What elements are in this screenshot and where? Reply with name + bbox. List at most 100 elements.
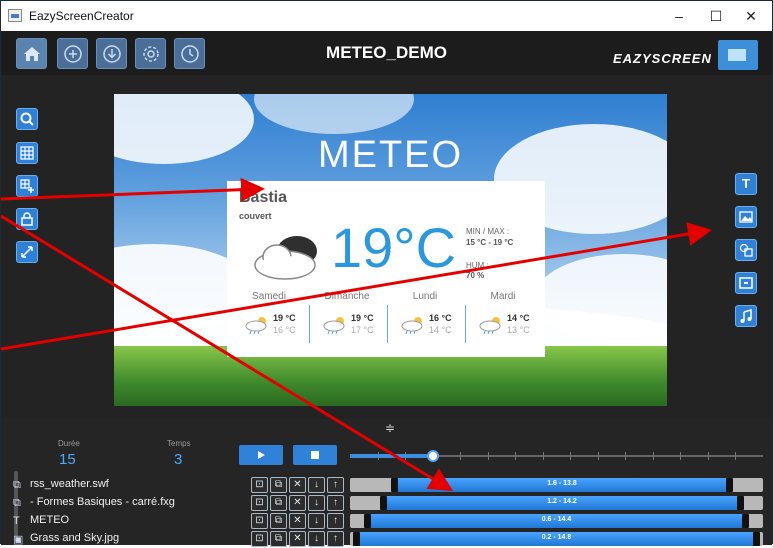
day-name: Samedi bbox=[252, 291, 286, 302]
stop-button[interactable] bbox=[293, 445, 337, 465]
duree-value: 15 bbox=[59, 451, 76, 468]
condition-text: couvert bbox=[239, 211, 272, 221]
lock-button[interactable]: ⊡ bbox=[251, 513, 268, 529]
copy-button[interactable]: ⧉ bbox=[270, 495, 287, 511]
lock-icon bbox=[21, 212, 33, 226]
play-button[interactable] bbox=[239, 445, 283, 465]
delete-button[interactable]: ✕ bbox=[289, 531, 306, 547]
up-button[interactable]: ↑ bbox=[327, 495, 344, 511]
delete-button[interactable]: ✕ bbox=[289, 477, 306, 493]
ruler-tick bbox=[542, 452, 544, 460]
forecast-low: 13 °C bbox=[507, 325, 530, 335]
splitter-handle[interactable]: ≑ bbox=[385, 421, 395, 435]
layer-range-label: 0.2 - 14.8 bbox=[541, 534, 572, 541]
rain-sun-icon bbox=[479, 317, 501, 335]
layer-time-bar[interactable]: 0.6 - 14.4 bbox=[366, 514, 747, 528]
music-icon bbox=[740, 309, 752, 323]
layer-row[interactable]: ⧉ - Formes Basiques - carré.fxg ⊡ ⧉ ✕ ↓ ↑ 1.2 -… bbox=[1, 494, 772, 512]
divider bbox=[465, 305, 466, 343]
zoom-button[interactable] bbox=[16, 108, 38, 130]
add-image-button[interactable] bbox=[735, 206, 757, 228]
current-temperature: 19°C bbox=[331, 216, 457, 279]
screen-icon bbox=[739, 277, 753, 289]
preview-canvas[interactable]: METEO Bastia couvert 19°C MIN / MAX : 15… bbox=[114, 94, 667, 406]
window-title: EazyScreenCreator bbox=[29, 9, 134, 23]
forecast-day: Lundi 16 °C 14 °C bbox=[389, 291, 461, 351]
fullscreen-button[interactable] bbox=[16, 241, 38, 263]
down-button[interactable]: ↓ bbox=[308, 531, 325, 547]
day-name: Dimanche bbox=[324, 291, 370, 302]
delete-button[interactable]: ✕ bbox=[289, 495, 306, 511]
copy-button[interactable]: ⧉ bbox=[270, 531, 287, 547]
ruler-tick bbox=[570, 452, 572, 460]
down-button[interactable]: ↓ bbox=[308, 513, 325, 529]
forecast-high: 19 °C bbox=[351, 313, 374, 323]
zoom-icon bbox=[20, 112, 34, 126]
layer-row[interactable]: ▣ Grass and Sky.jpg ⊡ ⧉ ✕ ↓ ↑ 0.2 - 14.8 bbox=[1, 530, 772, 548]
lock-button[interactable]: ⊡ bbox=[251, 495, 268, 511]
rain-sun-icon bbox=[245, 317, 267, 335]
lock-button[interactable] bbox=[16, 208, 38, 230]
cloudy-icon bbox=[254, 236, 317, 280]
weather-widget[interactable]: Bastia couvert 19°C MIN / MAX : 15 °C - … bbox=[227, 181, 545, 357]
end-handle[interactable] bbox=[736, 496, 744, 510]
screen-logo-icon bbox=[718, 40, 758, 70]
up-button[interactable]: ↑ bbox=[327, 513, 344, 529]
add-audio-button[interactable] bbox=[735, 305, 757, 327]
forecast-high: 19 °C bbox=[273, 313, 296, 323]
layer-row[interactable]: ⧉ rss_weather.swf ⊡ ⧉ ✕ ↓ ↑ 1.6 - 13.8 bbox=[1, 476, 772, 494]
shapes-icon: ⧉ bbox=[13, 497, 21, 509]
forecast-low: 16 °C bbox=[273, 325, 296, 335]
playhead-knob[interactable] bbox=[426, 450, 439, 462]
layer-range-label: 1.6 - 13.8 bbox=[547, 480, 577, 487]
layer-row[interactable]: T METEO ⊡ ⧉ ✕ ↓ ↑ 0.6 - 14.4 bbox=[1, 512, 772, 530]
layer-time-bar[interactable]: 1.2 - 14.2 bbox=[383, 496, 741, 510]
forecast-day: Dimanche 19 °C 17 °C bbox=[311, 291, 383, 351]
layer-track[interactable]: 0.6 - 14.4 bbox=[350, 514, 763, 528]
day-name: Mardi bbox=[490, 291, 516, 302]
forecast-day: Mardi 14 °C 13 °C bbox=[467, 291, 539, 351]
add-text-button[interactable]: T bbox=[735, 173, 757, 195]
lock-button[interactable]: ⊡ bbox=[251, 477, 268, 493]
text-icon: T bbox=[13, 515, 20, 527]
time-progress bbox=[350, 454, 433, 458]
title-bar: EazyScreenCreator – ☐ ✕ bbox=[1, 1, 772, 31]
lock-button[interactable]: ⊡ bbox=[251, 531, 268, 547]
grid-add-button[interactable] bbox=[16, 175, 38, 197]
end-handle[interactable] bbox=[742, 514, 750, 528]
layer-time-bar[interactable]: 1.6 - 13.8 bbox=[394, 478, 730, 492]
close-button[interactable]: ✕ bbox=[733, 6, 769, 26]
layer-track[interactable]: 1.6 - 13.8 bbox=[350, 478, 763, 492]
start-handle[interactable] bbox=[363, 514, 371, 528]
minimize-button[interactable]: – bbox=[661, 6, 697, 26]
divider bbox=[309, 305, 310, 343]
end-handle[interactable] bbox=[725, 478, 733, 492]
meteo-heading[interactable]: METEO bbox=[114, 134, 667, 177]
copy-button[interactable]: ⧉ bbox=[270, 477, 287, 493]
start-handle[interactable] bbox=[391, 478, 399, 492]
ruler-tick bbox=[515, 452, 517, 460]
ruler-tick bbox=[707, 452, 709, 460]
divider bbox=[387, 305, 388, 343]
down-button[interactable]: ↓ bbox=[308, 495, 325, 511]
shapes-icon: ⧉ bbox=[13, 479, 21, 491]
copy-button[interactable]: ⧉ bbox=[270, 513, 287, 529]
ruler-tick bbox=[597, 452, 599, 460]
down-button[interactable]: ↓ bbox=[308, 477, 325, 493]
layer-name: rss_weather.swf bbox=[30, 478, 109, 490]
forecast-high: 16 °C bbox=[429, 313, 452, 323]
up-button[interactable]: ↑ bbox=[327, 477, 344, 493]
start-handle[interactable] bbox=[380, 496, 388, 510]
add-screen-button[interactable] bbox=[735, 272, 757, 294]
grid-button[interactable] bbox=[16, 142, 38, 164]
delete-button[interactable]: ✕ bbox=[289, 513, 306, 529]
humidity-value: 70 % bbox=[466, 271, 485, 280]
up-button[interactable]: ↑ bbox=[327, 531, 344, 547]
add-shape-button[interactable] bbox=[735, 239, 757, 261]
layer-track[interactable]: 1.2 - 14.2 bbox=[350, 496, 763, 510]
city-name: Bastia bbox=[239, 189, 288, 206]
layer-name: Grass and Sky.jpg bbox=[30, 532, 120, 544]
maximize-button[interactable]: ☐ bbox=[698, 6, 734, 26]
forecast-day: Samedi 19 °C 16 °C bbox=[233, 291, 305, 351]
grid-add-icon bbox=[20, 179, 34, 193]
